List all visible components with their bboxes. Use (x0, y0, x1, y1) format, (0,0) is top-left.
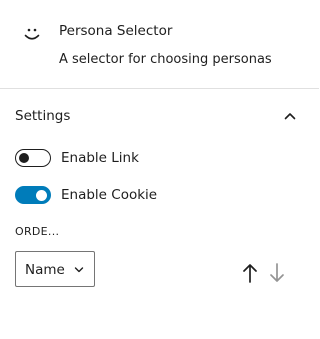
arrow-up-icon[interactable] (241, 262, 259, 284)
arrow-down-icon[interactable] (268, 262, 286, 284)
settings-panel-toggle[interactable]: Settings (0, 89, 319, 141)
order-label: ORDE... (15, 225, 60, 238)
enable-cookie-label: Enable Cookie (61, 187, 158, 203)
order-select-value: Name (25, 262, 65, 278)
block-card: Persona Selector A selector for choosing… (0, 0, 319, 89)
enable-link-toggle-row: Enable Link (15, 148, 139, 168)
settings-panel-title: Settings (15, 108, 71, 124)
block-title: Persona Selector (59, 23, 173, 39)
smiley-icon (24, 28, 40, 40)
block-description: A selector for choosing personas (59, 52, 272, 67)
chevron-up-icon (284, 113, 296, 120)
enable-link-toggle[interactable] (15, 149, 51, 167)
enable-cookie-toggle[interactable] (15, 186, 51, 204)
toggle-thumb (36, 189, 47, 201)
toggle-thumb (19, 153, 29, 163)
enable-link-label: Enable Link (61, 150, 139, 166)
chevron-down-icon (74, 267, 84, 273)
enable-cookie-toggle-row: Enable Cookie (15, 185, 157, 205)
order-select[interactable]: Name (15, 251, 95, 287)
